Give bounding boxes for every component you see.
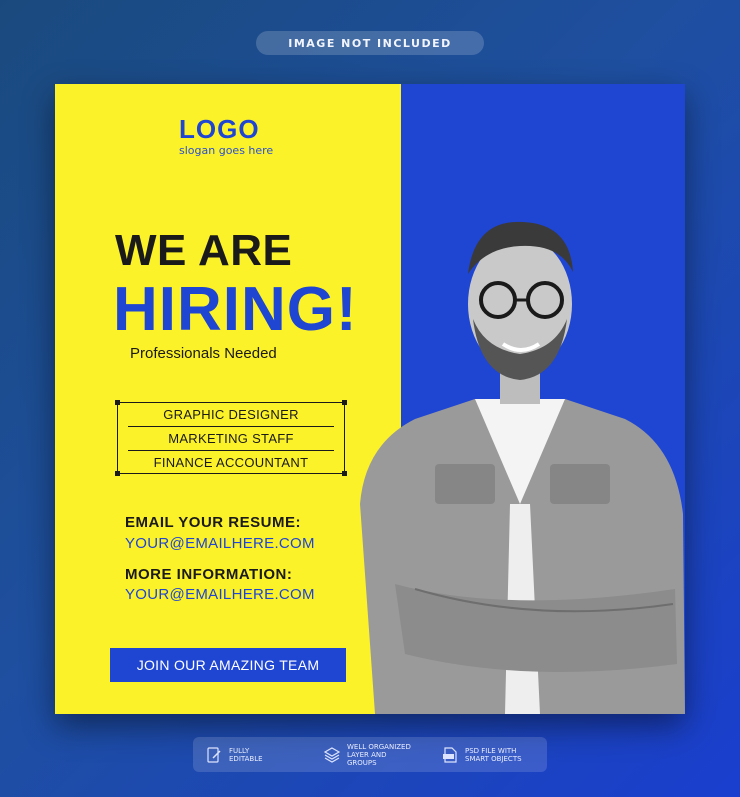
info-email: YOUR@EMAILHERE.COM: [125, 586, 315, 603]
resume-email: YOUR@EMAILHERE.COM: [125, 535, 315, 552]
resume-label: EMAIL YOUR RESUME:: [125, 514, 301, 531]
join-team-button: JOIN OUR AMAZING TEAM: [110, 648, 346, 682]
subtitle: Professionals Needed: [130, 345, 277, 362]
feature-psd: PSD FILE WITH SMART OBJECTS: [441, 746, 535, 764]
headline-we-are: WE ARE: [115, 226, 293, 275]
feature-layers: WELL ORGANIZED LAYER AND GROUPS: [323, 743, 417, 767]
job-item: MARKETING STAFF: [128, 426, 334, 450]
psd-file-icon: [443, 746, 457, 763]
job-list: GRAPHIC DESIGNER MARKETING STAFF FINANCE…: [115, 400, 347, 476]
person-photo: [360, 221, 685, 714]
edit-document-icon: [207, 746, 221, 763]
feature-bar: FULLY EDITABLE WELL ORGANIZED LAYER AND GR…: [193, 737, 547, 772]
image-not-included-badge: IMAGE NOT INCLUDED: [256, 31, 484, 55]
feature-editable: FULLY EDITABLE: [205, 746, 299, 764]
info-label: MORE INFORMATION:: [125, 566, 293, 583]
job-item: GRAPHIC DESIGNER: [163, 407, 299, 422]
hiring-poster: LOGO slogan goes here WE ARE HIRING! Pro…: [55, 84, 685, 714]
layers-icon: [323, 746, 341, 763]
slogan: slogan goes here: [179, 144, 274, 157]
job-item: FINANCE ACCOUNTANT: [128, 450, 334, 474]
headline-hiring: HIRING!: [113, 275, 358, 344]
logo: LOGO: [179, 114, 260, 144]
